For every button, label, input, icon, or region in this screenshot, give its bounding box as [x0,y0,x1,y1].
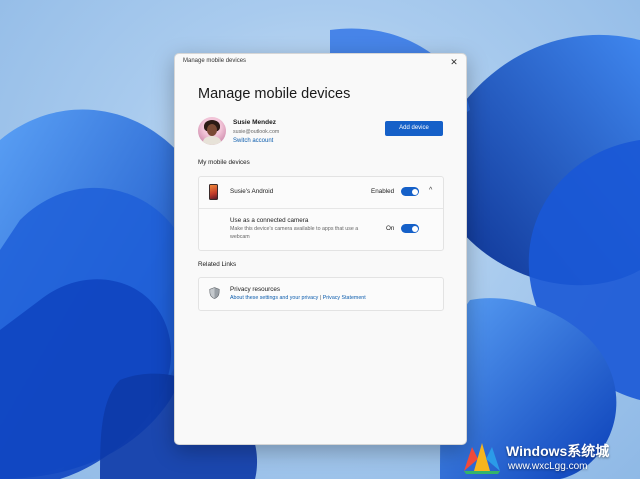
account-email: susie@outlook.com [233,129,280,135]
camera-row: Use as a connected camera Make this devi… [199,209,443,250]
privacy-resources-title: Privacy resources [230,286,281,293]
shield-icon [209,287,220,299]
account-name: Susie Mendez [233,119,276,126]
device-toggle[interactable] [401,187,419,196]
privacy-card: Privacy resources About these settings a… [198,277,444,311]
privacy-statement-link[interactable]: Privacy Statement [323,295,366,301]
camera-status: On [386,225,395,232]
avatar [198,117,226,145]
manage-devices-dialog: Manage mobile devices ✕ Manage mobile de… [174,53,467,445]
watermark-logo-icon [464,443,500,474]
watermark-url: www.wxcLgg.com [508,461,588,472]
privacy-links: About these settings and your privacy | … [230,295,366,301]
close-button[interactable]: ✕ [448,56,460,68]
page-title: Manage mobile devices [198,86,351,102]
device-name: Susie's Android [230,188,274,195]
phone-icon [209,184,218,200]
device-status: Enabled [371,188,395,195]
chevron-up-icon[interactable]: ^ [429,187,432,194]
watermark-title: Windows系统城 [506,443,610,459]
link-separator: | [319,295,322,301]
about-privacy-link[interactable]: About these settings and your privacy [230,295,318,301]
camera-setting-title: Use as a connected camera [230,217,309,224]
window-title: Manage mobile devices [183,58,247,64]
related-links-heading: Related Links [198,261,237,268]
my-devices-heading: My mobile devices [198,159,250,166]
add-device-button[interactable]: Add device [385,121,443,136]
switch-account-link[interactable]: Switch account [233,138,273,144]
title-bar: Manage mobile devices ✕ [175,54,466,70]
camera-toggle[interactable] [401,224,419,233]
site-watermark: Windows系统城 www.wxcLgg.com [462,433,640,479]
camera-setting-description: Make this device's camera available to a… [230,226,359,240]
device-row[interactable]: Susie's Android Enabled ^ [199,177,443,208]
device-card: Susie's Android Enabled ^ Use as a conne… [198,176,444,251]
